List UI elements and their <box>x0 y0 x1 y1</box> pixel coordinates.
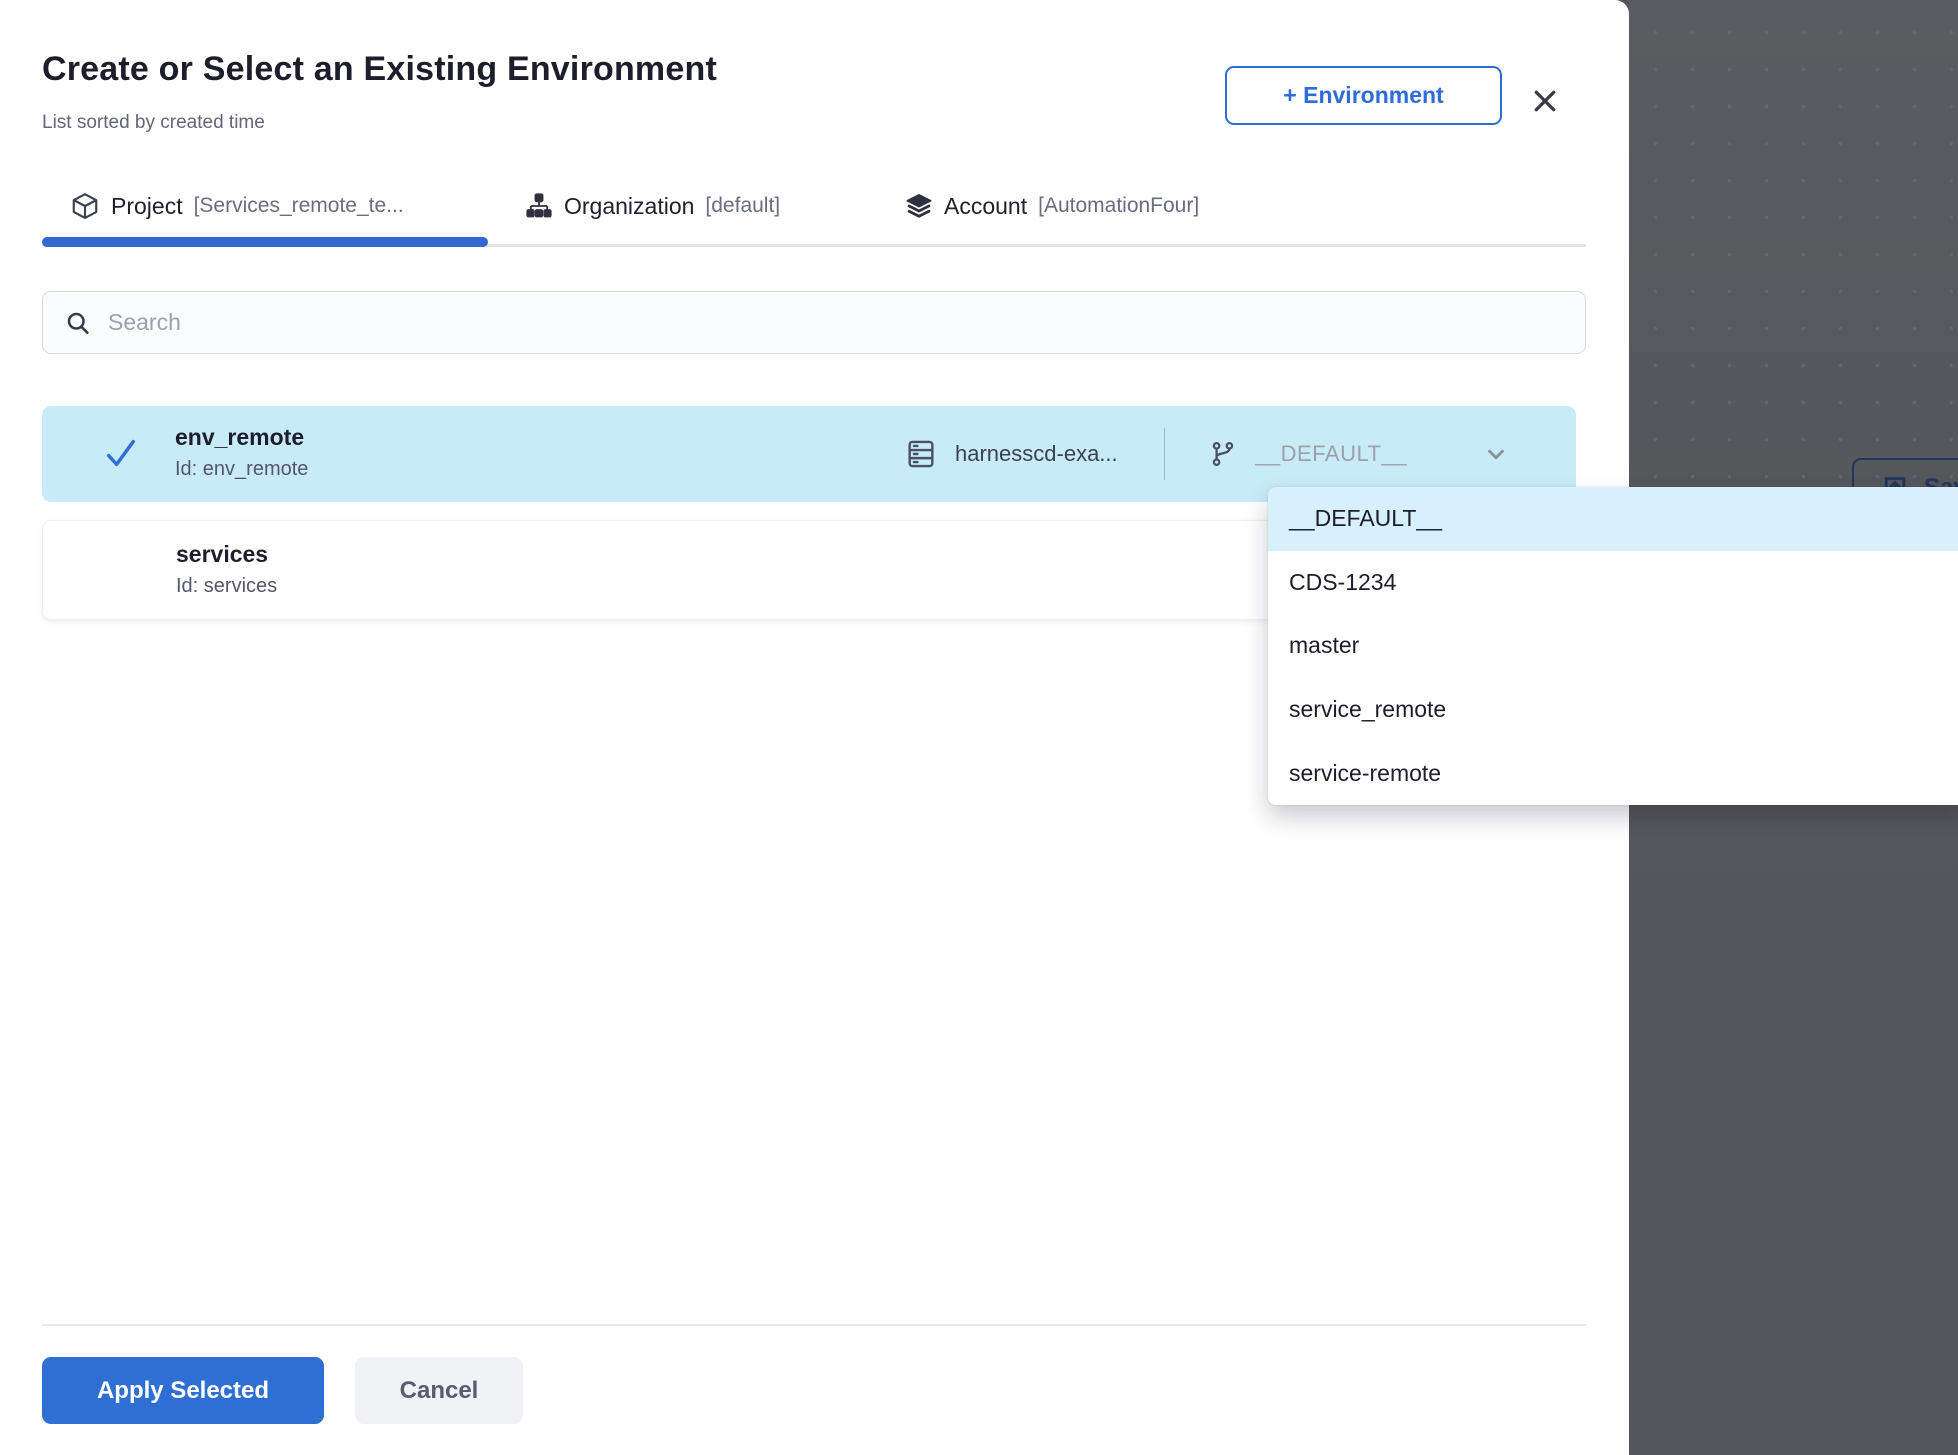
search-box <box>42 291 1586 354</box>
sort-subtitle: List sorted by created time <box>42 112 265 134</box>
footer-divider <box>42 1324 1586 1326</box>
branch-dropdown-menu: __DEFAULT__ CDS-1234 master service_remo… <box>1268 487 1958 805</box>
environment-name: services <box>176 537 277 571</box>
cube-icon <box>70 191 100 221</box>
search-input[interactable] <box>108 309 1508 336</box>
environment-name: env_remote <box>175 420 308 454</box>
branch-option-default[interactable]: __DEFAULT__ <box>1268 487 1958 551</box>
tab-account-label: Account <box>944 193 1027 220</box>
environment-texts: services Id: services <box>176 537 277 602</box>
branch-option-service-remote-dash[interactable]: service-remote <box>1268 741 1958 805</box>
repository-name: harnesscd-exa... <box>955 441 1118 467</box>
check-icon <box>98 432 144 479</box>
sitemap-icon <box>525 192 553 220</box>
environment-texts: env_remote Id: env_remote <box>175 420 308 485</box>
chevron-down-icon <box>1483 441 1509 467</box>
cancel-label: Cancel <box>400 1377 479 1405</box>
add-environment-label: + Environment <box>1283 82 1443 109</box>
tab-organization[interactable]: Organization [default] <box>525 180 780 232</box>
vertical-divider <box>1164 428 1166 480</box>
branch-option-master[interactable]: master <box>1268 614 1958 678</box>
close-button[interactable] <box>1526 82 1564 120</box>
environment-id: Id: services <box>176 571 277 602</box>
tab-project-scope: [Services_remote_te... <box>194 194 404 218</box>
tab-organization-label: Organization <box>564 193 694 220</box>
tab-project[interactable]: Project [Services_remote_te... <box>70 180 404 232</box>
repository-icon <box>904 437 938 471</box>
search-icon <box>64 309 92 337</box>
cancel-button[interactable]: Cancel <box>355 1357 523 1424</box>
active-tab-underline <box>42 237 488 247</box>
tab-account[interactable]: Account [AutomationFour] <box>905 180 1199 232</box>
add-environment-button[interactable]: + Environment <box>1225 66 1502 125</box>
selected-branch-label: __DEFAULT__ <box>1255 441 1407 467</box>
tab-organization-scope: [default] <box>705 194 780 218</box>
environment-id: Id: env_remote <box>175 454 308 485</box>
screen: Save Create or Select an Existing Enviro… <box>0 0 1958 1455</box>
apply-selected-button[interactable]: Apply Selected <box>42 1357 324 1424</box>
tab-account-scope: [AutomationFour] <box>1038 194 1199 218</box>
branch-dropdown-toggle[interactable] <box>1483 441 1509 467</box>
scope-tabs: Project [Services_remote_te... Organizat… <box>0 180 1629 232</box>
close-icon <box>1530 86 1560 116</box>
branch-option-cds-1234[interactable]: CDS-1234 <box>1268 551 1958 615</box>
git-branch-icon <box>1209 440 1237 468</box>
tab-project-label: Project <box>111 193 183 220</box>
apply-selected-label: Apply Selected <box>97 1377 269 1405</box>
branch-option-service-remote-underscore[interactable]: service_remote <box>1268 678 1958 742</box>
page-title: Create or Select an Existing Environment <box>42 50 717 89</box>
layers-icon <box>905 192 933 220</box>
